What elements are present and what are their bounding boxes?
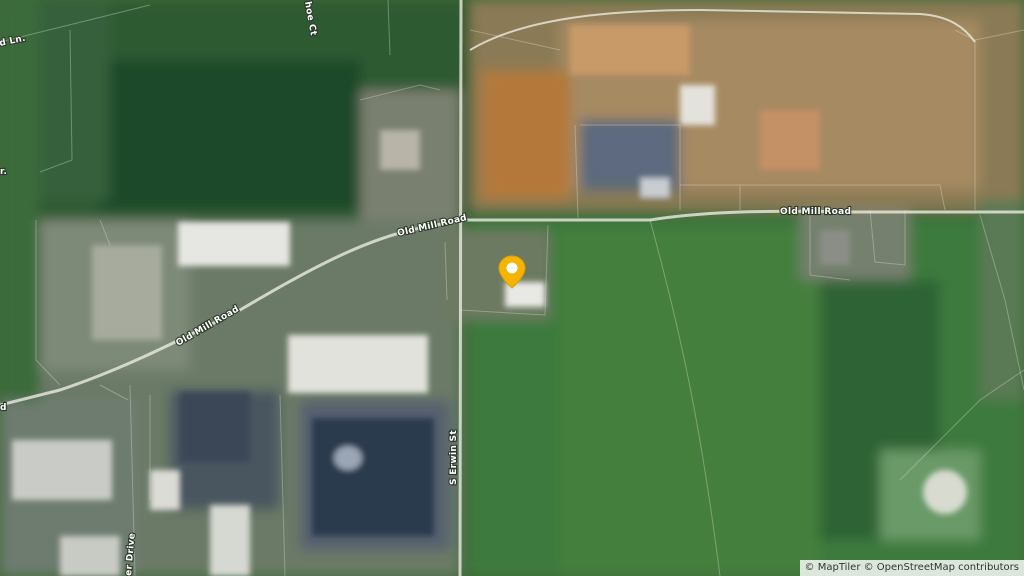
map-view[interactable]: Old Mill Road Old Mill Road Old Mill Roa… xyxy=(0,0,1024,576)
location-pin-icon[interactable] xyxy=(497,255,527,289)
road-label-old-mill-road-east: Old Mill Road xyxy=(780,207,851,217)
map-attribution[interactable]: © MapTiler © OpenStreetMap contributors xyxy=(799,560,1024,576)
road-s-erwin-st xyxy=(458,0,463,576)
road-label-partial-road-left: d xyxy=(0,403,7,413)
road-label-partial-dr: r. xyxy=(0,167,7,177)
road-label-s-erwin-st: S Erwin St xyxy=(449,430,459,485)
